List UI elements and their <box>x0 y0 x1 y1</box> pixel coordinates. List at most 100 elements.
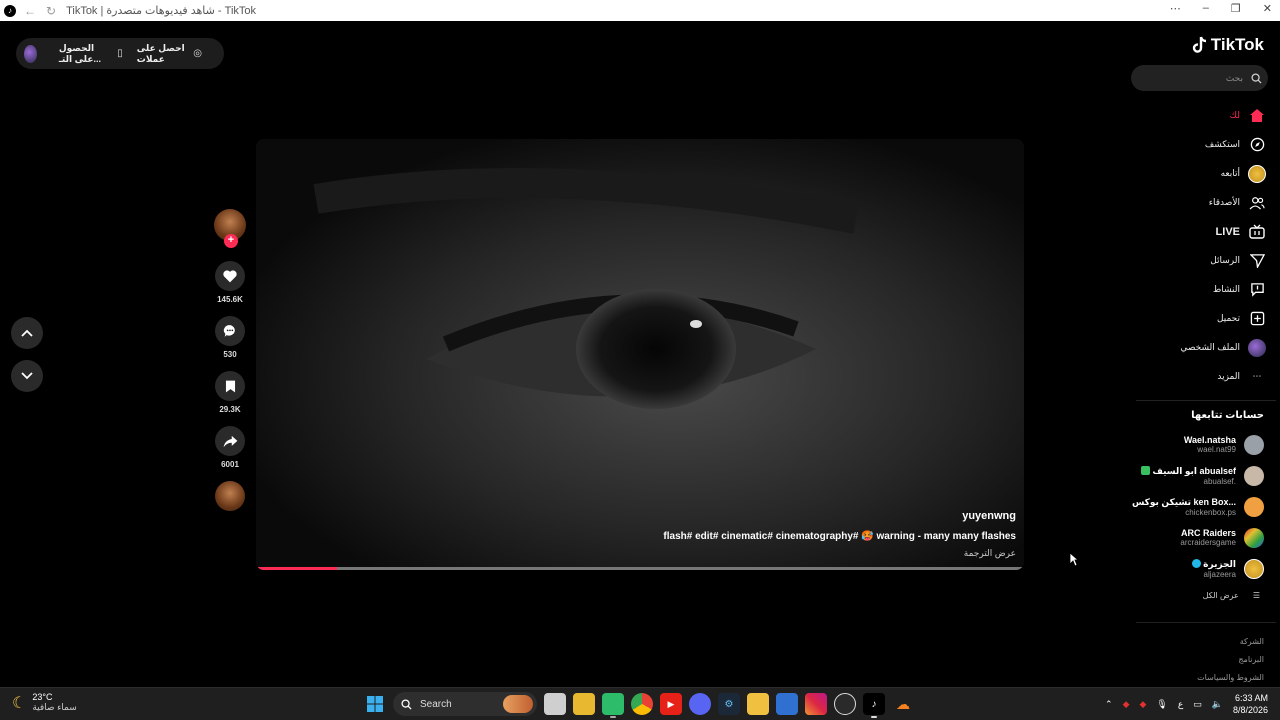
weather-widget[interactable]: ☾ 23°C سماء صافية <box>12 692 77 713</box>
menu-item-following[interactable]: أتابعه <box>1126 159 1266 188</box>
creator-avatar[interactable]: + <box>214 209 246 248</box>
tray-app-icon[interactable]: ◆ <box>1139 699 1146 710</box>
footer-link[interactable]: الشروط والسياسات <box>1197 669 1264 687</box>
coin-icon: ◎ <box>193 48 202 59</box>
following-account[interactable]: ARC Raiders arcraidersgame <box>1124 522 1264 553</box>
menu-item-friends[interactable]: الأصدقاء <box>1126 188 1266 217</box>
following-account[interactable]: الجزيرة aljazeera <box>1124 553 1264 584</box>
menu-item-messages[interactable]: الرسائل <box>1126 246 1266 275</box>
list-icon: ☰ <box>1252 591 1260 600</box>
language-indicator[interactable]: ع <box>1178 699 1183 710</box>
tiktok-icon[interactable]: ♪ <box>863 693 885 718</box>
steam-icon[interactable]: ⚙ <box>718 693 740 715</box>
menu-label: المزيد <box>1217 371 1240 381</box>
menu-item-activity[interactable]: النشاط <box>1126 275 1266 304</box>
get-coins-button[interactable]: احصل على عملات ◎ <box>137 43 202 65</box>
user-avatar[interactable] <box>24 44 37 63</box>
share-icon <box>223 435 237 447</box>
chrome-icon[interactable] <box>631 693 653 715</box>
get-coins-label: احصل على عملات <box>136 42 185 64</box>
youtube-icon[interactable]: ▶ <box>660 693 682 715</box>
instagram-icon[interactable] <box>805 693 827 715</box>
store-icon[interactable] <box>573 693 595 715</box>
minimize-button[interactable]: – <box>1203 2 1209 15</box>
menu-label: أتابعه <box>1220 168 1240 178</box>
following-avatar-icon <box>1248 164 1266 183</box>
search-input[interactable]: بحث <box>1131 65 1268 91</box>
comment-button[interactable] <box>215 316 245 346</box>
menu-label: استكشف <box>1204 139 1240 149</box>
options-icon[interactable]: ⋯ <box>1170 2 1181 15</box>
menu-item-upload[interactable]: تحميل <box>1126 304 1266 333</box>
save-count: 29.3K <box>219 405 241 414</box>
account-handle: wael.nat99 <box>1197 445 1236 454</box>
live-icon <box>1248 223 1266 241</box>
see-all-label: عرض الكل <box>1202 591 1239 600</box>
cloud-icon[interactable]: ☁ <box>892 693 914 715</box>
media-icon[interactable] <box>776 693 798 715</box>
tray-app-icon[interactable]: ◆ <box>1123 699 1130 710</box>
menu-label: LIVE <box>1215 225 1240 238</box>
maximize-button[interactable]: ❐ <box>1231 2 1241 15</box>
tray-expand-icon[interactable]: ⌃ <box>1105 699 1113 710</box>
close-button[interactable]: ✕ <box>1263 2 1272 15</box>
music-disc[interactable] <box>215 481 245 511</box>
following-account[interactable]: ابو السيف abualsef abualsef. <box>1124 460 1264 491</box>
chevron-up-icon <box>21 329 33 337</box>
clock[interactable]: 6:33 AM 8/8/2026 <box>1233 692 1268 716</box>
following-account[interactable]: تشيكن بوكس ken Box... chickenbox.ps <box>1124 491 1264 522</box>
account-avatar <box>1244 496 1264 517</box>
profile-avatar-icon <box>1248 338 1266 357</box>
network-icon[interactable]: ▭ <box>1193 699 1202 710</box>
follow-plus-icon[interactable]: + <box>224 234 238 248</box>
comment-icon <box>223 325 235 337</box>
menu-item-more[interactable]: المزيد ⋯ <box>1126 362 1266 391</box>
menu-item-profile[interactable]: الملف الشخصي <box>1126 333 1266 362</box>
file-explorer-icon[interactable] <box>747 693 769 715</box>
running-indicator <box>871 716 877 718</box>
footer-link[interactable]: الشركة <box>1197 633 1264 651</box>
account-handle: chickenbox.ps <box>1185 507 1236 517</box>
following-list: Wael.natsha wael.nat99 ابو السيف abualsef… <box>1124 429 1264 584</box>
task-view-icon[interactable] <box>544 693 566 715</box>
menu-item-for-you[interactable]: لك <box>1126 101 1266 130</box>
get-app-label: الحصول على التـ... <box>58 42 102 64</box>
footer-link[interactable]: البرنامج <box>1197 651 1264 669</box>
menu-label: الأصدقاء <box>1208 197 1240 207</box>
get-app-button[interactable]: الحصول على التـ... ▯ <box>59 43 123 65</box>
windows-start-icon[interactable] <box>364 693 386 715</box>
chevron-down-icon <box>21 372 33 380</box>
tiktok-logo[interactable]: TikTok <box>1192 35 1264 55</box>
save-button[interactable] <box>215 371 245 401</box>
next-video-button[interactable] <box>11 360 43 392</box>
like-button[interactable] <box>215 261 245 291</box>
menu-label: تحميل <box>1216 313 1240 323</box>
system-tray: ⌃ ◆ ◆ 🎙 ع ▭ 🔈 6:33 AM 8/8/2026 <box>1105 692 1268 716</box>
video-progress-track[interactable] <box>256 567 1024 570</box>
settings-icon[interactable] <box>834 693 856 715</box>
like-count: 145.6K <box>217 295 243 304</box>
running-indicator <box>610 716 616 718</box>
menu-item-explore[interactable]: استكشف <box>1126 130 1266 159</box>
following-account[interactable]: Wael.natsha wael.nat99 <box>1124 429 1264 460</box>
reload-icon[interactable]: ↻ <box>46 4 56 18</box>
comment-count: 530 <box>223 350 237 359</box>
share-button[interactable] <box>215 426 245 456</box>
taskbar-search[interactable]: Search <box>393 692 537 716</box>
search-highlight-icon <box>503 695 533 713</box>
bookmark-icon <box>225 380 235 392</box>
tiktok-logo-text: TikTok <box>1210 35 1264 54</box>
volume-icon[interactable]: 🔈 <box>1212 699 1223 710</box>
video-player[interactable]: yuyenwng flash# edit# cinematic# cinemat… <box>256 139 1024 570</box>
more-icon: ⋯ <box>1252 371 1262 381</box>
back-icon[interactable]: ← <box>24 4 36 18</box>
discord-icon[interactable] <box>689 693 711 715</box>
account-name: ابو السيف abualsef <box>1140 465 1236 477</box>
microphone-icon[interactable]: 🎙 <box>1156 699 1167 710</box>
translate-link[interactable]: عرض الترجمة <box>964 548 1016 559</box>
whatsapp-icon[interactable] <box>602 693 624 718</box>
previous-video-button[interactable] <box>11 317 43 349</box>
video-author[interactable]: yuyenwng <box>962 510 1016 522</box>
menu-item-live[interactable]: LIVE <box>1126 217 1266 246</box>
see-all-link[interactable]: عرض الكل ☰ <box>1203 591 1260 600</box>
